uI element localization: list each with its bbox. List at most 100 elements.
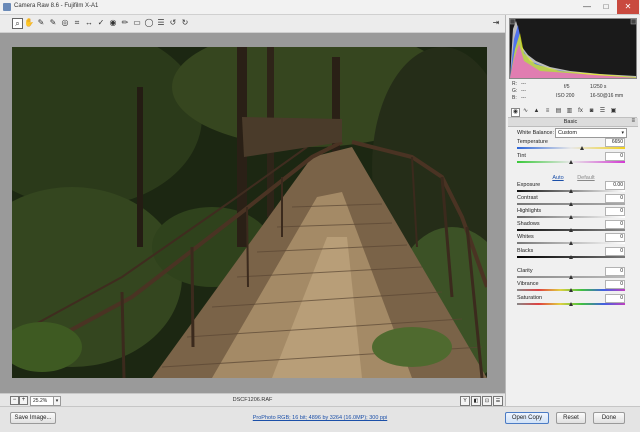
swap-settings-icon[interactable]: ⊡ [482,396,492,406]
tint-slider-row: Tint 0 [517,152,625,166]
graduated-filter-tool-icon[interactable]: ▭ [132,18,142,28]
iso: ISO 200 [556,93,575,99]
open-preferences-icon[interactable]: ☰ [156,18,166,28]
photo-preview[interactable] [12,47,487,378]
window-title: Camera Raw 8.6 - Fujifilm X-A1 [14,3,99,9]
highlights-slider-thumb[interactable] [569,215,573,219]
preview-preferences-icon[interactable]: ☰ [493,396,503,406]
maximize-button[interactable]: □ [597,0,615,14]
exposure-slider-thumb[interactable] [569,189,573,193]
fullscreen-toggle-icon[interactable]: ⇥ [491,18,501,28]
boardwalk-photo [12,47,487,378]
tone-curve-tab-icon[interactable]: ∿ [522,108,529,115]
saturation-label: Saturation [517,295,543,301]
white-balance-value: Custom [558,130,577,136]
exposure-value-field[interactable]: 0.00 [605,181,625,190]
image-preview-area [0,33,505,393]
view-mode-icon[interactable]: ◧ [471,396,481,406]
spot-removal-tool-icon[interactable]: ✓ [96,18,106,28]
default-link[interactable]: Default [577,175,594,181]
whites-slider-thumb[interactable] [569,241,573,245]
shadows-slider-thumb[interactable] [569,228,573,232]
shadows-label: Shadows [517,221,540,227]
before-after-toggle-icon[interactable]: Y [460,396,470,406]
g-label: G: [512,88,518,94]
rgb-camera-info: R: --- G: --- B: --- f/5 1/250 s ISO 200… [512,81,637,107]
basic-section-header: Basic ≡ [508,118,638,127]
vibrance-label: Vibrance [517,281,539,287]
contrast-value-field[interactable]: 0 [605,194,625,203]
histogram [509,18,637,79]
saturation-slider-thumb[interactable] [569,302,573,306]
b-value: --- [521,95,526,101]
r-value: --- [521,81,526,87]
whites-slider-row: Whites 0 [517,233,625,247]
auto-link[interactable]: Auto [552,175,563,181]
reset-button[interactable]: Reset [556,412,586,424]
hsl-tab-icon[interactable]: ≡ [544,108,551,115]
color-sampler-tool-icon[interactable]: ✎ [48,18,58,28]
split-toning-tab-icon[interactable]: ▤ [555,108,562,115]
zoom-tool-icon[interactable]: ⌕ [12,18,23,29]
shadows-value-field[interactable]: 0 [605,220,625,229]
radial-filter-tool-icon[interactable]: ◯ [144,18,154,28]
blacks-value-field[interactable]: 0 [605,247,625,256]
red-eye-tool-icon[interactable]: ◉ [108,18,118,28]
white-balance-label: White Balance: [517,130,554,136]
contrast-slider-thumb[interactable] [569,202,573,206]
shutter-speed: 1/250 s [590,84,607,90]
done-button[interactable]: Done [593,412,625,424]
temperature-value-field[interactable]: 6650 [605,138,625,147]
rotate-ccw-icon[interactable]: ↺ [168,18,178,28]
clarity-value-field[interactable]: 0 [605,267,625,276]
adjustment-brush-tool-icon[interactable]: ✏ [120,18,130,28]
saturation-slider-row: Saturation 0 [517,294,625,308]
temperature-slider-row: Temperature 6650 [517,138,625,152]
chevron-down-icon: ▾ [621,130,624,136]
blacks-slider-thumb[interactable] [569,255,573,259]
straighten-tool-icon[interactable]: ↔ [84,18,94,28]
detail-tab-icon[interactable]: ▲ [533,108,540,115]
exposure-label: Exposure [517,182,541,188]
aperture: f/5 [564,84,570,90]
rotate-cw-icon[interactable]: ↻ [180,18,190,28]
snapshots-tab-icon[interactable]: ▣ [610,108,617,115]
close-button[interactable]: ✕ [617,0,639,14]
whites-label: Whites [517,234,534,240]
whites-value-field[interactable]: 0 [605,233,625,242]
open-copy-button[interactable]: Open Copy [505,412,549,424]
hand-tool-icon[interactable]: ✋ [24,18,34,28]
vibrance-value-field[interactable]: 0 [605,280,625,289]
temperature-slider-track[interactable] [517,147,625,149]
saturation-value-field[interactable]: 0 [605,294,625,303]
crop-tool-icon[interactable]: ⌗ [72,18,82,28]
title-bar: Camera Raw 8.6 - Fujifilm X-A1 — □ ✕ [0,0,640,15]
panel-tabs: ◉ ∿ ▲ ≡ ▤ ▥ fx ◙ ☰ ▣ [508,107,637,118]
tint-slider-thumb[interactable] [569,160,573,164]
status-bar: − + 25.2% ▾ DSCF1206.RAF Y ◧ ⊡ ☰ [0,393,505,407]
lens-info: 16-50@16 mm [590,93,624,99]
tint-label: Tint [517,153,526,159]
minimize-button[interactable]: — [578,0,596,14]
highlights-label: Highlights [517,208,542,214]
bottom-bar: Save Image... ProPhoto RGB; 16 bit; 4896… [0,406,640,432]
camera-calibration-tab-icon[interactable]: ◙ [588,108,595,115]
lens-corrections-tab-icon[interactable]: ▥ [566,108,573,115]
clarity-slider-thumb[interactable] [569,275,573,279]
temperature-slider-thumb[interactable] [579,146,584,150]
vibrance-slider-thumb[interactable] [569,288,573,292]
white-balance-select[interactable]: Custom ▾ [555,128,627,138]
temperature-label: Temperature [517,139,548,145]
presets-tab-icon[interactable]: ☰ [599,108,606,115]
camera-raw-icon [3,3,11,11]
effects-tab-icon[interactable]: fx [577,108,584,115]
blacks-label: Blacks [517,248,534,254]
highlights-value-field[interactable]: 0 [605,207,625,216]
panel-menu-icon[interactable]: ≡ [631,118,635,124]
targeted-adjustment-tool-icon[interactable]: ◎ [60,18,70,28]
filename-label: DSCF1206.RAF [232,397,273,403]
r-label: R: [512,81,517,87]
tint-value-field[interactable]: 0 [605,152,625,161]
basic-tab-icon[interactable]: ◉ [511,108,520,117]
white-balance-tool-icon[interactable]: ✎ [36,18,46,28]
